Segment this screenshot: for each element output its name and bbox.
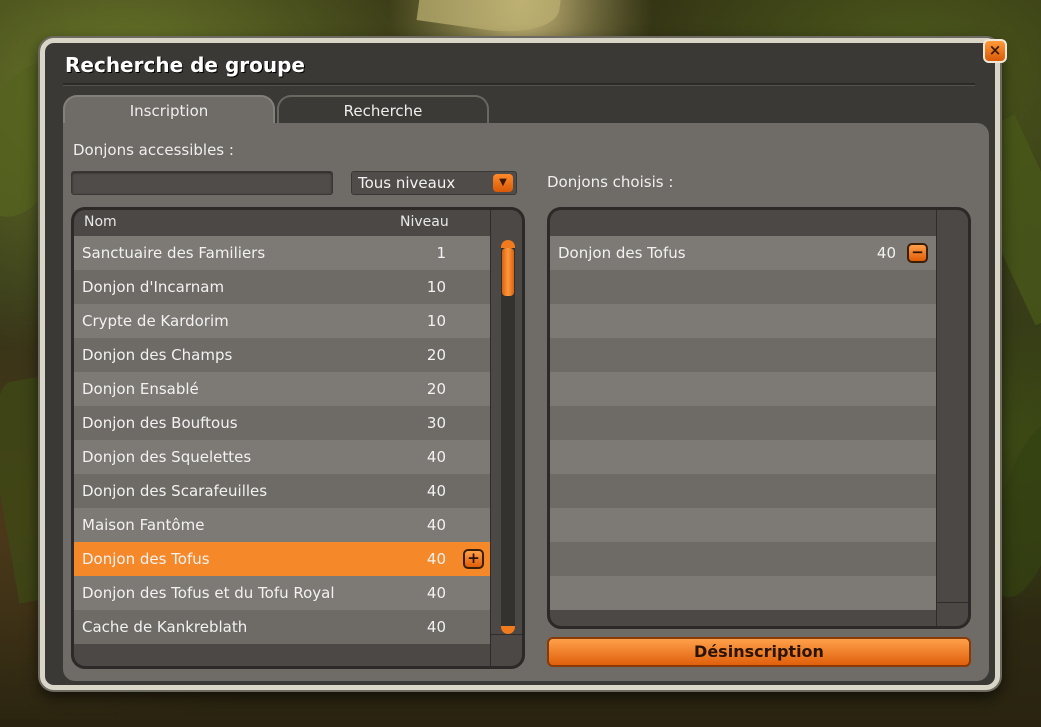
inscription-panel: Donjons accessibles : Tous niveaux ▼ Don… [63, 123, 989, 681]
dungeon-name: Donjon des Scarafeuilles [82, 482, 268, 500]
level-filter-value: Tous niveaux [358, 174, 456, 192]
column-header-level[interactable]: Niveau [400, 210, 449, 236]
empty-row [550, 406, 936, 440]
level-filter-select[interactable]: Tous niveaux ▼ [351, 171, 517, 195]
empty-row [550, 270, 936, 304]
add-icon[interactable]: + [463, 549, 484, 569]
empty-row [550, 542, 936, 576]
scroll-up-arrow[interactable] [501, 240, 515, 248]
dungeon-name: Donjon des Squelettes [82, 448, 252, 466]
dungeon-search-input[interactable] [71, 171, 333, 195]
dungeon-level: 40 [426, 516, 446, 534]
dungeon-rows: Sanctuaire des Familiers 1 Donjon d'Incarn… [74, 236, 490, 644]
unsubscribe-button[interactable]: Désinscription [547, 637, 971, 667]
empty-row [550, 372, 936, 406]
column-divider [936, 210, 937, 626]
chosen-dungeon-row[interactable]: Donjon des Tofus 40− [550, 236, 936, 270]
chosen-rows: Donjon des Tofus 40− [550, 236, 936, 610]
group-search-window: Recherche de groupe × Inscription Recher… [40, 38, 1007, 690]
dungeon-name: Maison Fantôme [82, 516, 205, 534]
scroll-down-arrow[interactable] [501, 626, 515, 634]
dungeon-row[interactable]: Crypte de Kardorim 10 [74, 304, 490, 338]
accessible-dungeons-list: Nom Niveau Sanctuaire des Familiers 1 Donj… [71, 207, 525, 669]
dungeon-name: Donjon des Champs [82, 346, 233, 364]
dungeon-row[interactable]: Maison Fantôme 40 [74, 508, 490, 542]
dungeon-name: Donjon des Tofus et du Tofu Royal [82, 584, 335, 602]
dungeon-name: Donjon des Bouftous [82, 414, 238, 432]
empty-row [550, 338, 936, 372]
empty-row [550, 474, 936, 508]
dungeon-row[interactable]: Donjon Ensablé 20 [74, 372, 490, 406]
scrollbar-thumb[interactable] [502, 248, 514, 296]
dungeon-row[interactable]: Donjon des Tofus 40 + [74, 542, 490, 576]
tab-recherche[interactable]: Recherche [277, 95, 489, 125]
empty-row [550, 304, 936, 338]
dungeon-level: 40 [426, 584, 446, 602]
title-divider [63, 83, 975, 86]
dungeon-row[interactable]: Donjon des Squelettes 40 [74, 440, 490, 474]
dungeon-level: 10 [426, 312, 446, 330]
dungeon-row[interactable]: Donjon des Tofus et du Tofu Royal 40 [74, 576, 490, 610]
close-icon[interactable]: × [983, 39, 1007, 63]
dungeon-row[interactable]: Cache de Kankreblath 40 [74, 610, 490, 644]
column-header-name[interactable]: Nom [84, 210, 117, 236]
dungeon-level: 40 [876, 244, 896, 262]
chosen-dungeons-list: Donjon des Tofus 40− [547, 207, 971, 629]
dungeon-name: Donjon d'Incarnam [82, 278, 225, 296]
dungeon-name: Donjon Ensablé [82, 380, 199, 398]
dungeon-level: 40 [426, 618, 446, 636]
dungeon-level: 40 [426, 482, 446, 500]
dungeon-level: 1 [436, 244, 446, 262]
window-title: Recherche de groupe [65, 53, 305, 77]
dungeon-level: 20 [426, 380, 446, 398]
dungeon-level: 20 [426, 346, 446, 364]
dungeon-name: Crypte de Kardorim [82, 312, 229, 330]
dungeon-name: Cache de Kankreblath [82, 618, 248, 636]
dungeon-level: 40 [426, 550, 446, 568]
chosen-dungeons-label: Donjons choisis : [547, 173, 674, 191]
dungeon-name: Donjon des Tofus [558, 244, 686, 262]
dungeon-row[interactable]: Donjon d'Incarnam 10 [74, 270, 490, 304]
accessible-dungeons-label: Donjons accessibles : [73, 141, 234, 159]
dungeon-row[interactable]: Donjon des Scarafeuilles 40 [74, 474, 490, 508]
dungeon-row[interactable]: Donjon des Bouftous 30 [74, 406, 490, 440]
column-divider [490, 210, 491, 666]
empty-row [550, 576, 936, 610]
dungeon-row[interactable]: Sanctuaire des Familiers 1 [74, 236, 490, 270]
dungeon-row[interactable]: Donjon des Champs 20 [74, 338, 490, 372]
chevron-down-icon[interactable]: ▼ [493, 174, 513, 192]
background-leaf [416, 0, 564, 40]
dungeon-level: 40 [426, 448, 446, 466]
remove-icon[interactable]: − [907, 243, 928, 263]
dungeon-name: Donjon des Tofus [82, 550, 210, 568]
tab-inscription[interactable]: Inscription [63, 95, 275, 125]
empty-row [550, 440, 936, 474]
dungeon-level: 10 [426, 278, 446, 296]
scrollbar[interactable] [501, 240, 515, 634]
dungeon-name: Sanctuaire des Familiers [82, 244, 266, 262]
dungeon-level: 30 [426, 414, 446, 432]
empty-row [550, 508, 936, 542]
